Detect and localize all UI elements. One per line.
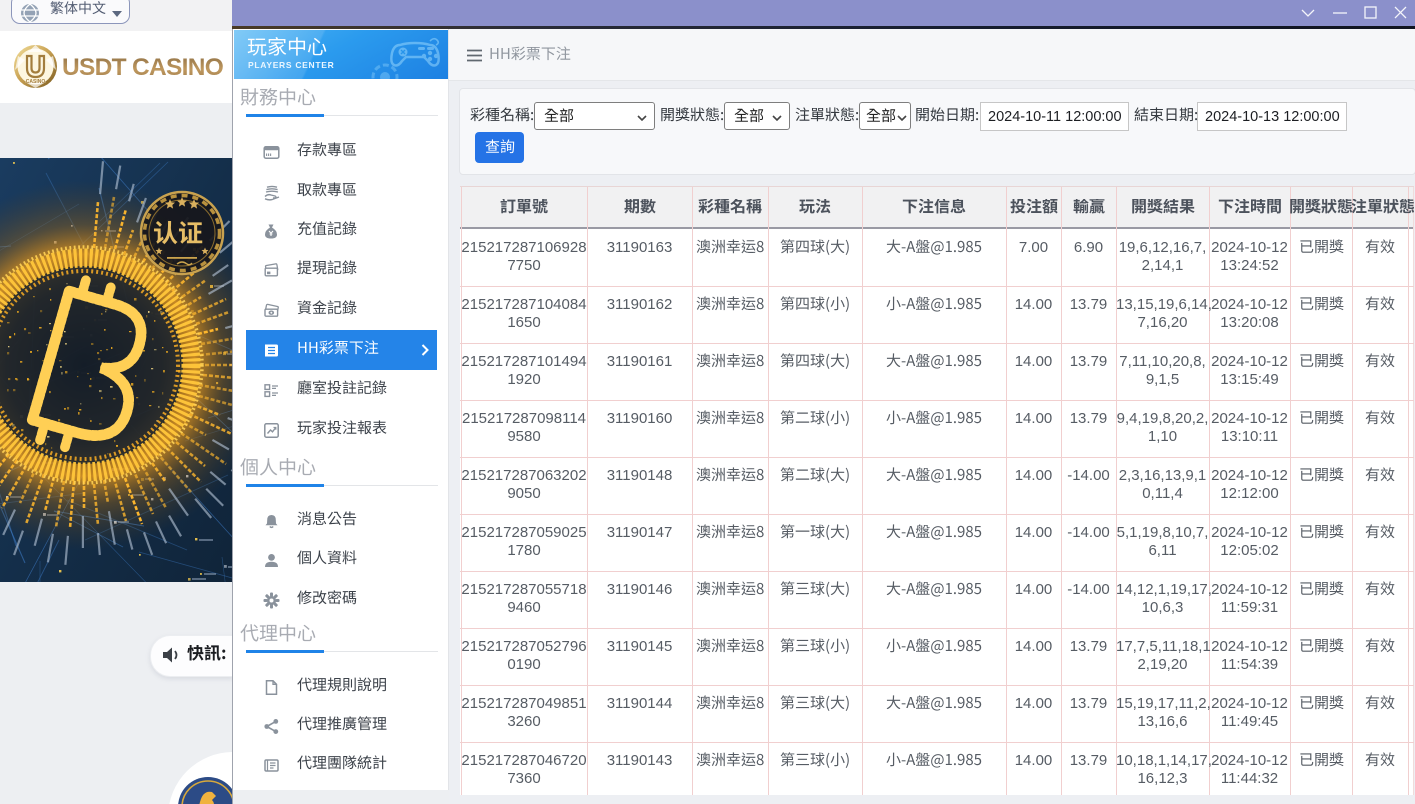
- svg-text:CASINO: CASINO: [26, 79, 46, 85]
